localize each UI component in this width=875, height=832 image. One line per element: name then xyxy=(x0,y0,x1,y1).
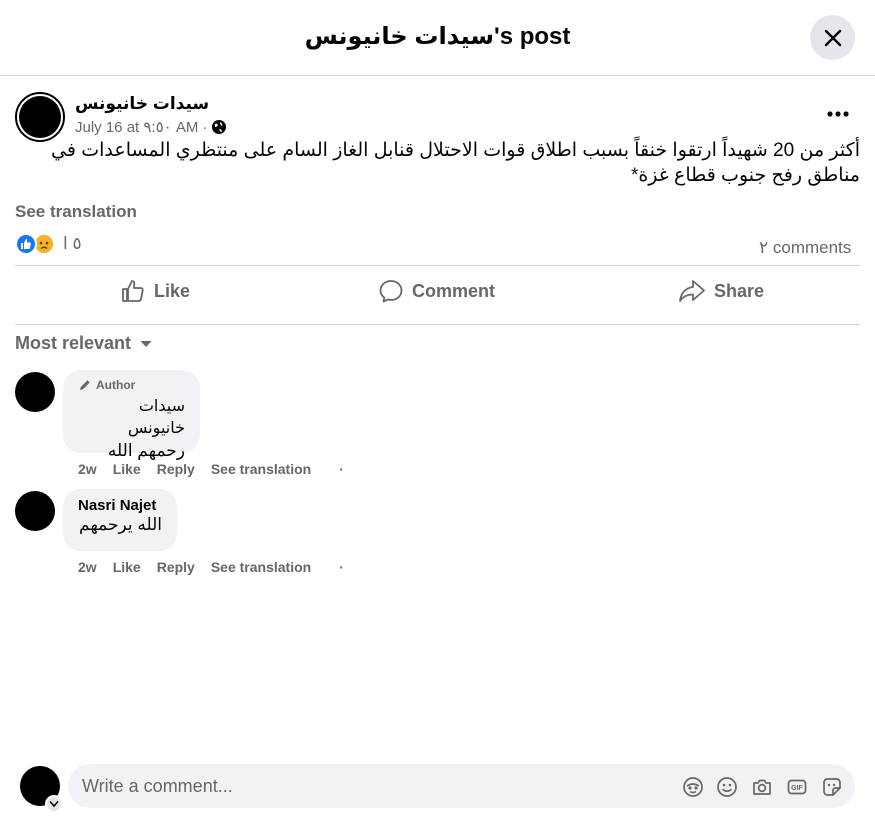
comment-text: رحمهم الله xyxy=(107,441,185,460)
comment-bubble: Author سيدات خانيونس رحمهم الله xyxy=(63,370,200,460)
comment-see-translation[interactable]: See translation xyxy=(211,559,311,575)
comments-count[interactable]: ٢ comments xyxy=(759,235,859,260)
caret-down-icon xyxy=(140,340,152,347)
reaction-summary[interactable]: ٥ ا xyxy=(15,232,82,256)
comment-button[interactable]: Comment xyxy=(378,276,495,306)
commenter-avatar[interactable] xyxy=(15,372,55,412)
globe-icon xyxy=(212,120,227,134)
comment-actions: 2w Like Reply See translation · xyxy=(78,559,360,575)
comment-like-link[interactable]: Like xyxy=(113,559,141,575)
comment-like-link[interactable]: Like xyxy=(113,461,141,477)
comment-reply-link[interactable]: Reply xyxy=(157,559,195,575)
comment-composer: GIF xyxy=(68,764,855,808)
author-badge: Author xyxy=(78,378,185,392)
sticker-icon[interactable] xyxy=(820,775,844,799)
divider xyxy=(15,265,860,266)
chevron-down-icon xyxy=(49,801,59,808)
author-badge-label: Author xyxy=(96,378,136,392)
profile-switch-button[interactable] xyxy=(45,795,63,813)
post-more-button[interactable] xyxy=(822,100,854,128)
avatar-sticker-icon[interactable] xyxy=(681,775,705,799)
post-author-name[interactable]: سيدات خانيونس xyxy=(75,94,209,114)
comment-time[interactable]: 2w xyxy=(78,461,97,477)
post-meta: July 16 at ٩:٥٠ AM · xyxy=(75,118,227,136)
divider xyxy=(15,324,860,325)
svg-text:GIF: GIF xyxy=(791,785,803,792)
comment-actions: 2w Like Reply See translation · xyxy=(78,461,360,477)
more-icon xyxy=(827,111,849,117)
meta-separator: · xyxy=(202,118,208,136)
dialog-title: سيدات خانيونس's post xyxy=(304,23,571,50)
comment-icon xyxy=(379,280,403,303)
comment-see-translation[interactable]: See translation xyxy=(211,461,311,477)
camera-icon[interactable] xyxy=(750,775,774,799)
share-label: Share xyxy=(714,280,765,301)
comment-time[interactable]: 2w xyxy=(78,559,97,575)
comment-sort-dropdown[interactable]: Most relevant xyxy=(15,333,153,354)
like-icon xyxy=(15,233,37,255)
thumbs-up-icon xyxy=(122,280,144,302)
post-author-avatar[interactable] xyxy=(15,92,65,142)
commenter-name[interactable]: سيدات خانيونس xyxy=(78,396,185,440)
comment-text: الله يرحمهم xyxy=(79,515,162,534)
share-button[interactable]: Share xyxy=(678,276,764,306)
comment-label: Comment xyxy=(412,280,496,301)
comment-dot: · xyxy=(339,461,344,477)
comment-bubble: Nasri Najet الله يرحمهم xyxy=(63,489,177,551)
commenter-avatar[interactable] xyxy=(15,491,55,531)
close-button[interactable] xyxy=(810,15,855,60)
like-label: Like xyxy=(154,280,191,301)
post-timestamp[interactable]: July 16 at ٩:٥٠ AM xyxy=(75,118,198,136)
reaction-count: ٥ ا xyxy=(63,234,82,253)
dialog-header: سيدات خانيونس's post xyxy=(0,0,875,76)
share-icon xyxy=(679,280,705,302)
like-button[interactable]: Like xyxy=(120,276,190,306)
emoji-icon[interactable] xyxy=(715,775,739,799)
close-icon xyxy=(824,29,841,46)
commenter-name[interactable]: Nasri Najet xyxy=(78,497,162,514)
comment-input[interactable] xyxy=(82,764,642,808)
gif-icon[interactable]: GIF xyxy=(785,775,809,799)
post-text: أكثر من 20 شهيداً ارتقوا خنقاً بسبب اطلا… xyxy=(51,140,860,186)
see-translation-link[interactable]: See translation xyxy=(15,202,137,222)
pencil-icon xyxy=(80,380,90,390)
comment-reply-link[interactable]: Reply xyxy=(157,461,195,477)
comment-dot: · xyxy=(339,559,344,575)
sort-label: Most relevant xyxy=(15,333,132,353)
